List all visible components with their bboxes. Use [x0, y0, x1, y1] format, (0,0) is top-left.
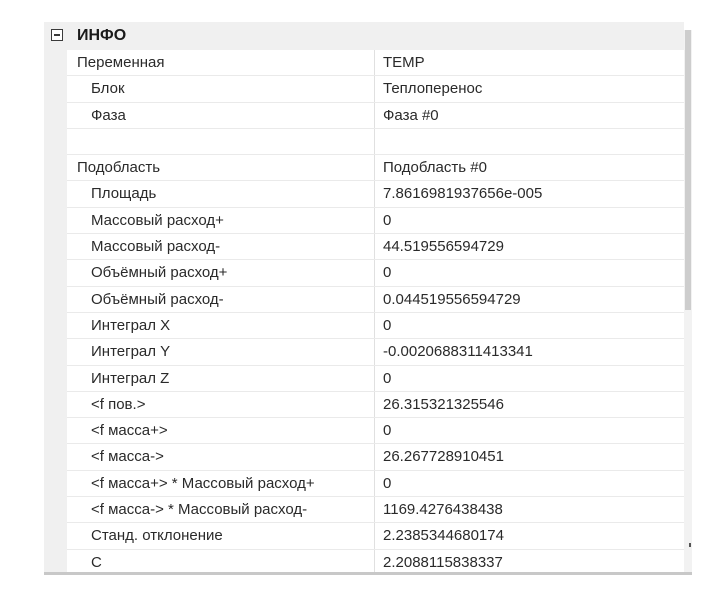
- column-separator[interactable]: [374, 181, 375, 207]
- property-value[interactable]: -0.0020688311413341: [383, 339, 684, 364]
- property-row[interactable]: [67, 128, 684, 156]
- property-value[interactable]: 0: [383, 208, 684, 233]
- collapse-minus-icon[interactable]: [51, 29, 63, 41]
- property-value[interactable]: Подобласть #0: [383, 155, 684, 180]
- category-title: ИНФО: [77, 27, 127, 44]
- property-row[interactable]: Блок Теплоперенос: [67, 76, 684, 103]
- column-separator[interactable]: [374, 50, 375, 76]
- column-separator[interactable]: [374, 76, 375, 102]
- vertical-scrollbar[interactable]: [684, 30, 692, 575]
- column-separator[interactable]: [374, 286, 375, 312]
- property-name: Площадь: [91, 185, 157, 203]
- property-name: Массовый расход-: [91, 238, 221, 256]
- property-value[interactable]: 26.267728910451: [383, 444, 684, 469]
- property-name: <f масса+>: [91, 422, 168, 440]
- column-separator[interactable]: [374, 260, 375, 286]
- property-value[interactable]: 1169.4276438438: [383, 497, 684, 522]
- column-separator[interactable]: [374, 444, 375, 470]
- column-separator[interactable]: [374, 365, 375, 391]
- property-row[interactable]: Объёмный расход- 0.044519556594729: [67, 286, 684, 313]
- property-row[interactable]: Интеграл X 0: [67, 312, 684, 340]
- property-name: Блок: [91, 80, 125, 98]
- property-row[interactable]: Интеграл Y -0.0020688311413341: [67, 339, 684, 366]
- property-row[interactable]: <f масса-> * Массовый расход- 1169.427643…: [67, 497, 684, 524]
- property-name: Фаза: [91, 106, 126, 124]
- column-separator[interactable]: [374, 102, 375, 128]
- property-row[interactable]: Массовый расход+ 0: [67, 207, 684, 235]
- property-name: Объёмный расход+: [91, 264, 228, 282]
- property-name: Интеграл Y: [91, 343, 171, 361]
- property-row[interactable]: Фаза Фаза #0: [67, 102, 684, 129]
- property-value[interactable]: [383, 129, 684, 154]
- property-name: <f масса-> * Массовый расход-: [91, 501, 308, 519]
- property-value[interactable]: 0: [383, 260, 684, 285]
- property-row[interactable]: Подобласть Подобласть #0: [67, 155, 684, 182]
- property-name: Интеграл X: [91, 316, 171, 334]
- resize-marker: [689, 543, 691, 547]
- column-separator[interactable]: [374, 470, 375, 497]
- property-row[interactable]: <f масса-> 26.267728910451: [67, 444, 684, 471]
- property-row[interactable]: <f масса+> * Массовый расход+ 0: [67, 470, 684, 498]
- column-separator[interactable]: [374, 312, 375, 339]
- property-value[interactable]: Теплоперенос: [383, 76, 684, 101]
- property-name: Станд. отклонение: [91, 527, 223, 545]
- property-row[interactable]: Массовый расход- 44.519556594729: [67, 234, 684, 261]
- property-value[interactable]: 0: [383, 313, 684, 338]
- grid-bottom-border: [44, 572, 692, 575]
- property-value[interactable]: Фаза #0: [383, 103, 684, 128]
- column-separator[interactable]: [374, 234, 375, 260]
- property-name: Переменная: [77, 54, 165, 71]
- property-value[interactable]: 0: [383, 366, 684, 391]
- property-row[interactable]: Станд. отклонение 2.2385344680174: [67, 523, 684, 550]
- property-name: Объёмный расход-: [91, 290, 224, 308]
- property-rows: Переменная TEMP Блок Теплоперенос Фаза Фаза #…: [67, 50, 684, 575]
- property-value[interactable]: TEMP: [383, 50, 684, 75]
- property-value[interactable]: 44.519556594729: [383, 234, 684, 259]
- property-row[interactable]: Переменная TEMP: [67, 50, 684, 77]
- property-value[interactable]: 0.044519556594729: [383, 287, 684, 312]
- column-separator[interactable]: [374, 497, 375, 523]
- column-separator[interactable]: [374, 391, 375, 418]
- scrollbar-thumb[interactable]: [685, 30, 691, 310]
- property-row[interactable]: Интеграл Z 0: [67, 365, 684, 392]
- property-name: <f масса+> * Массовый расход+: [91, 474, 315, 492]
- property-row[interactable]: Объёмный расход+ 0: [67, 260, 684, 287]
- property-row[interactable]: <f масса+> 0: [67, 418, 684, 445]
- column-separator[interactable]: [374, 128, 375, 155]
- property-row[interactable]: Площадь 7.8616981937656e-005: [67, 181, 684, 208]
- property-value[interactable]: 0: [383, 418, 684, 443]
- property-grid: ИНФО Переменная TEMP Блок Теплоперенос Фаза Ф…: [44, 22, 692, 575]
- column-separator[interactable]: [374, 207, 375, 234]
- property-value[interactable]: 0: [383, 471, 684, 496]
- property-value[interactable]: 7.8616981937656e-005: [383, 181, 684, 206]
- property-value[interactable]: 2.2385344680174: [383, 523, 684, 548]
- property-name: [67, 129, 374, 154]
- property-name: <f масса->: [91, 448, 164, 466]
- category-header-info[interactable]: ИНФО: [44, 22, 684, 50]
- grid-margin: [44, 50, 67, 575]
- property-name: <f пов.>: [91, 395, 146, 413]
- column-separator[interactable]: [374, 523, 375, 549]
- column-separator[interactable]: [374, 418, 375, 444]
- property-row[interactable]: <f пов.> 26.315321325546: [67, 391, 684, 419]
- column-separator[interactable]: [374, 339, 375, 365]
- property-name: Интеграл Z: [91, 369, 170, 387]
- column-separator[interactable]: [374, 155, 375, 181]
- property-value[interactable]: 26.315321325546: [383, 392, 684, 417]
- property-name: Массовый расход+: [91, 211, 224, 229]
- property-name: Подобласть: [77, 159, 161, 177]
